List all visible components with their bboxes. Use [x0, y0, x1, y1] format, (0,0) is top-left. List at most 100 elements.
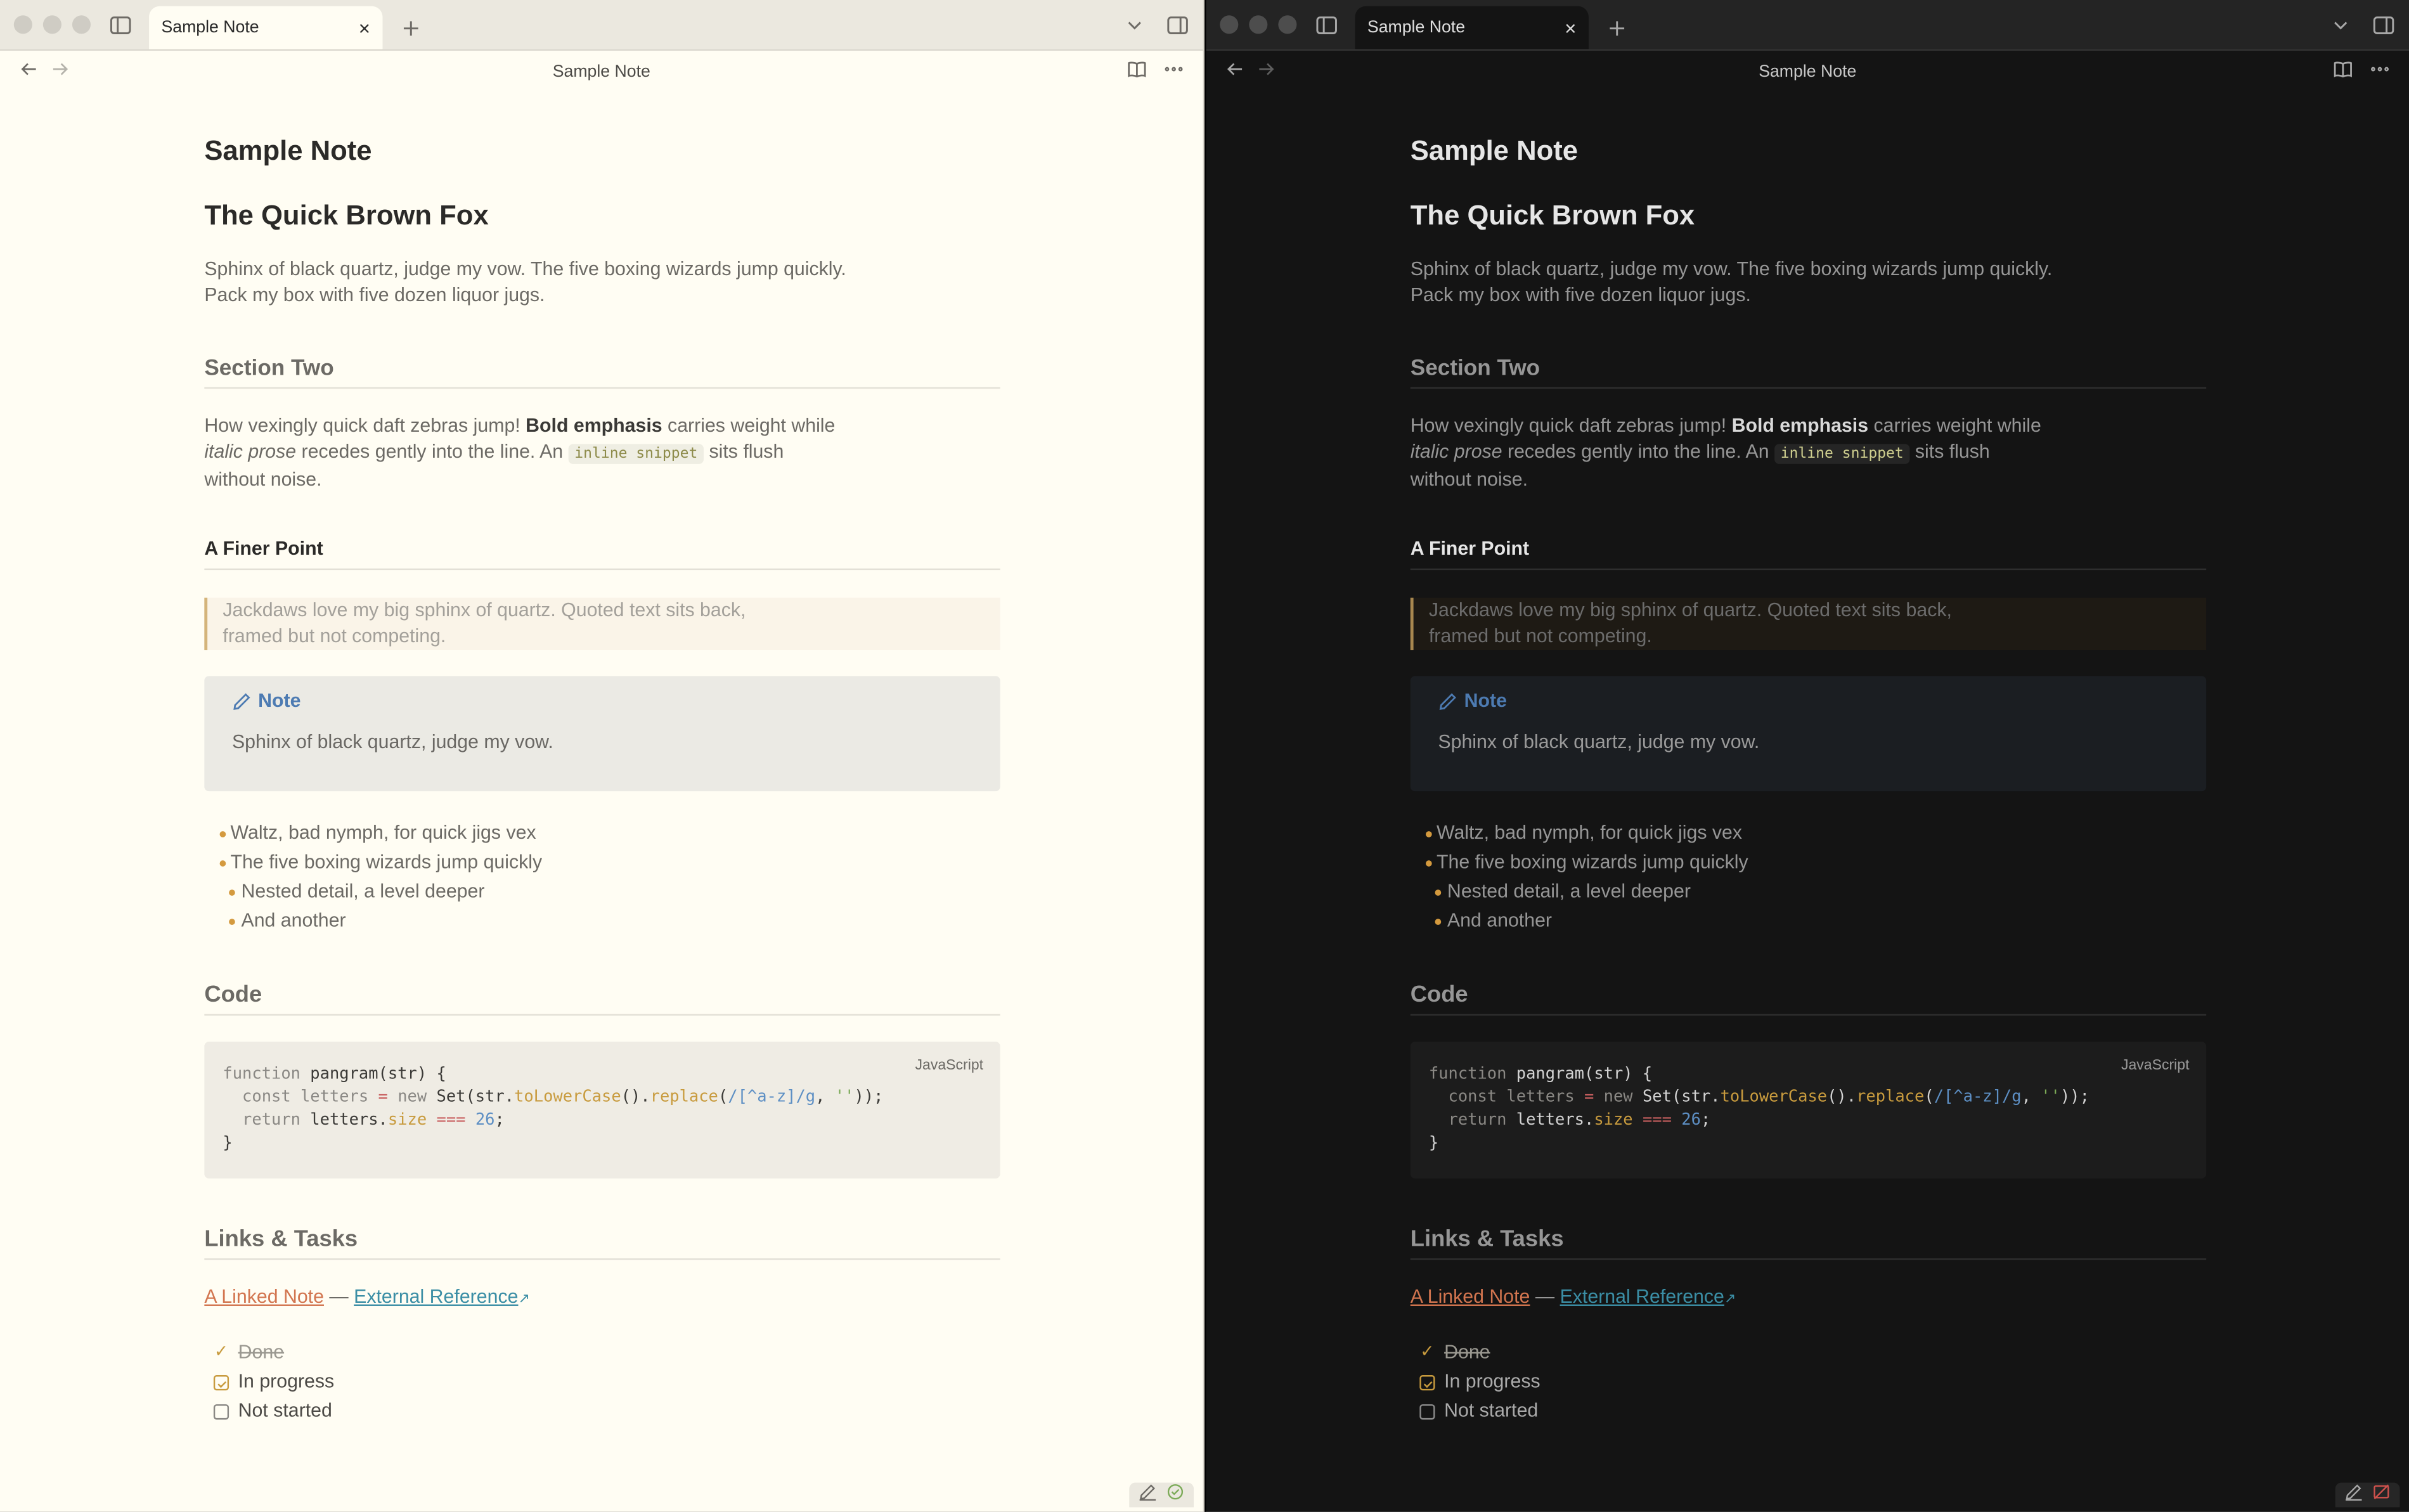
close-window-button[interactable]: [1220, 15, 1239, 34]
task-item-in-progress: In progress: [204, 1367, 1000, 1397]
list-item: Waltz, bad nymph, for quick jigs vex: [1411, 819, 2206, 848]
close-tab-icon[interactable]: ×: [359, 16, 370, 39]
task-item-done: ✓ Done: [1411, 1338, 2206, 1367]
reading-view-book-icon[interactable]: [2332, 58, 2354, 87]
code-line: }: [223, 1134, 233, 1153]
list-item: Waltz, bad nymph, for quick jigs vex: [204, 819, 1000, 848]
right-sidebar-toggle-icon[interactable]: [2366, 8, 2399, 41]
edit-pencil-icon[interactable]: [2344, 1481, 2363, 1509]
internal-link[interactable]: A Linked Note: [1411, 1286, 1530, 1307]
status-bar: [1129, 1481, 1194, 1509]
view-title[interactable]: Sample Note: [1206, 63, 2409, 81]
close-tab-icon[interactable]: ×: [1565, 16, 1576, 39]
sidebar-toggle-icon[interactable]: [1309, 8, 1343, 41]
paragraph-formatting: How vexingly quick daft zebras jump! Bol…: [204, 413, 1000, 493]
sync-check-icon[interactable]: [1166, 1481, 1184, 1509]
pencil-icon: [1439, 692, 1456, 709]
links-row: A Linked Note — External Reference↗: [204, 1286, 1000, 1307]
new-tab-icon[interactable]: [1599, 11, 1633, 44]
dark-pane: Sample Note × Sample Note Sample Note Th…: [1204, 0, 2409, 1512]
sidebar-toggle-icon[interactable]: [103, 8, 136, 41]
paragraph-line: Pack my box with five dozen liquor jugs.: [204, 284, 545, 306]
tab-list-chevron-icon[interactable]: [1117, 8, 1151, 41]
list-item: The five boxing wizards jump quickly: [204, 848, 1000, 877]
code-block[interactable]: JavaScript function pangram(str) { const…: [204, 1042, 1000, 1179]
italic-text: italic prose: [1410, 441, 1502, 463]
callout-body: Sphinx of black quartz, judge my vow.: [231, 731, 553, 753]
back-arrow-icon[interactable]: [1225, 58, 1246, 87]
back-arrow-icon[interactable]: [18, 58, 40, 87]
heading-finer-point: A Finer Point: [1410, 538, 2207, 571]
text-run: How vexingly quick daft zebras jump!: [204, 415, 526, 437]
task-checkbox[interactable]: [213, 1403, 229, 1419]
reading-view-book-icon[interactable]: [1126, 58, 1147, 87]
tab-list-chevron-icon[interactable]: [2323, 8, 2356, 41]
list-item-nested: Nested detail, a level deeper: [1411, 877, 2206, 907]
task-item-open: Not started: [1411, 1397, 2206, 1426]
forward-arrow-icon[interactable]: [49, 58, 71, 87]
links-row: A Linked Note — External Reference↗: [1411, 1286, 2206, 1307]
heading-code: Code: [1410, 982, 2207, 1016]
heading-links-tasks: Links & Tasks: [204, 1226, 1000, 1260]
code-block[interactable]: JavaScript function pangram(str) { const…: [1410, 1042, 2207, 1179]
tab-sample-note[interactable]: Sample Note ×: [1355, 6, 1589, 49]
minimize-window-button[interactable]: [1249, 15, 1268, 34]
heading-links-tasks: Links & Tasks: [1410, 1226, 2207, 1260]
window-controls: [0, 15, 91, 34]
paragraph-intro: Sphinx of black quartz, judge my vow. Th…: [204, 257, 1000, 309]
checkmark-icon[interactable]: ✓: [214, 1338, 229, 1367]
heading-finer-point: A Finer Point: [204, 538, 1000, 571]
quote-line: framed but not competing.: [223, 625, 446, 647]
task-checkbox[interactable]: [1419, 1403, 1435, 1419]
bold-text: Bold emphasis: [1731, 415, 1869, 437]
link-separator: —: [323, 1286, 354, 1308]
zoom-window-button[interactable]: [72, 15, 91, 34]
zoom-window-button[interactable]: [1278, 15, 1297, 34]
right-sidebar-toggle-icon[interactable]: [1160, 8, 1194, 41]
italic-text: italic prose: [204, 441, 297, 463]
paragraph-line: Pack my box with five dozen liquor jugs.: [1410, 284, 1751, 306]
text-run: without noise.: [204, 468, 322, 491]
heading-section-two: Section Two: [1410, 356, 2207, 389]
forward-arrow-icon[interactable]: [1255, 58, 1277, 87]
note-title: Sample Note: [1410, 135, 1579, 166]
edit-pencil-icon[interactable]: [1139, 1481, 1157, 1509]
text-run: carries weight while: [662, 415, 836, 437]
close-window-button[interactable]: [13, 15, 32, 34]
minimize-window-button[interactable]: [42, 15, 61, 34]
external-link[interactable]: External Reference: [354, 1286, 518, 1307]
code-line: const letters = new Set(str.toLowerCase(…: [1428, 1087, 2089, 1106]
paragraph-line: Sphinx of black quartz, judge my vow. Th…: [1410, 258, 2053, 280]
code-line: function pangram(str) {: [223, 1064, 446, 1083]
internal-link[interactable]: A Linked Note: [204, 1286, 324, 1307]
text-run: carries weight while: [1868, 415, 2041, 437]
tab-sample-note[interactable]: Sample Note ×: [149, 6, 383, 49]
heading-code: Code: [204, 982, 1000, 1016]
code-line: const letters = new Set(str.toLowerCase(…: [223, 1087, 884, 1106]
text-run: How vexingly quick daft zebras jump!: [1410, 415, 1732, 437]
list-item-nested: And another: [204, 907, 1000, 936]
more-options-icon[interactable]: [2369, 58, 2391, 87]
tab-title: Sample Note: [1367, 18, 1466, 37]
callout-title: Note: [258, 690, 301, 712]
task-list: ✓ Done In progress Not started: [1411, 1338, 2206, 1426]
checkmark-icon[interactable]: ✓: [1419, 1338, 1435, 1367]
tab-bar: Sample Note ×: [0, 0, 1203, 51]
note-callout: Note Sphinx of black quartz, judge my vo…: [1410, 676, 2207, 792]
sync-error-icon[interactable]: [2372, 1481, 2391, 1509]
view-title[interactable]: Sample Note: [0, 63, 1203, 81]
task-label: Done: [238, 1341, 285, 1363]
task-label: Not started: [1444, 1399, 1539, 1421]
new-tab-icon[interactable]: [393, 11, 427, 44]
task-checkbox[interactable]: [1419, 1374, 1435, 1390]
task-checkbox[interactable]: [213, 1374, 229, 1390]
more-options-icon[interactable]: [1163, 58, 1185, 87]
code-line: }: [1428, 1134, 1439, 1153]
text-run: recedes gently into the line. An: [1502, 441, 1775, 463]
text-run: sits flush: [1909, 441, 1990, 463]
quote-line: Jackdaws love my big sphinx of quartz. Q…: [1428, 599, 1952, 621]
light-pane: Sample Note × Sample Note Sample Note Th…: [0, 0, 1205, 1512]
external-link[interactable]: External Reference: [1560, 1286, 1724, 1307]
bullet-list: Waltz, bad nymph, for quick jigs vex The…: [1411, 819, 2206, 936]
tab-title: Sample Note: [161, 18, 259, 37]
